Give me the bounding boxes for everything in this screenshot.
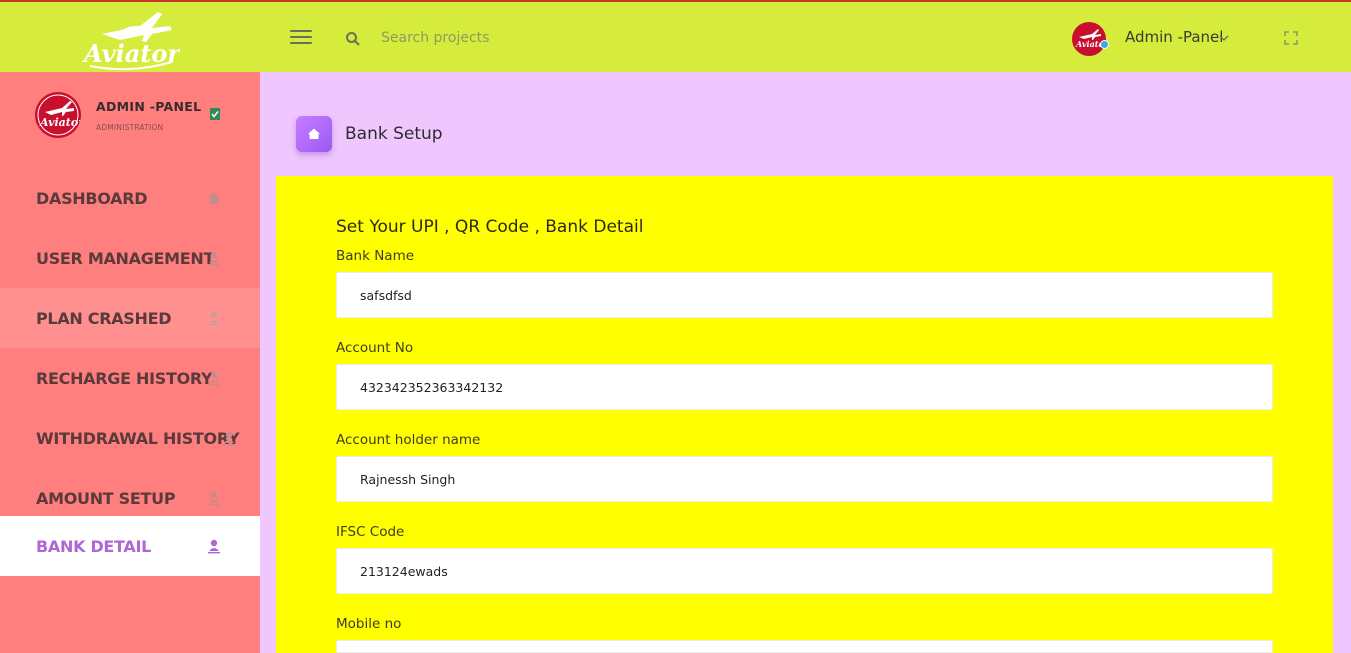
search-input[interactable] bbox=[373, 24, 673, 52]
svg-text:Aviator: Aviator bbox=[39, 116, 81, 129]
user-icon bbox=[223, 431, 235, 446]
account-no-field[interactable] bbox=[336, 364, 1273, 410]
online-status-dot bbox=[1100, 40, 1109, 49]
mobile-no-label: Mobile no bbox=[336, 616, 402, 632]
sidebar-item-label: PLAN CRASHED bbox=[36, 309, 172, 328]
aviator-avatar-logo: Aviator bbox=[36, 93, 81, 137]
page-header-icon bbox=[296, 116, 332, 152]
sidebar-item-label: DASHBOARD bbox=[36, 189, 148, 208]
search-icon bbox=[346, 32, 360, 46]
sidebar-item-bank-detail[interactable]: BANK DETAIL bbox=[0, 516, 260, 576]
bank-name-label: Bank Name bbox=[336, 248, 415, 264]
menu-icon-bar bbox=[290, 30, 312, 32]
user-icon bbox=[208, 311, 220, 326]
account-no-label: Account No bbox=[336, 340, 414, 356]
user-icon bbox=[208, 371, 220, 386]
user-name[interactable]: Admin -Panel bbox=[1125, 28, 1223, 46]
sidebar-item-withdrawal-history[interactable]: WITHDRAWAL HISTORY bbox=[0, 408, 260, 468]
chevron-down-icon[interactable] bbox=[1219, 34, 1229, 42]
fullscreen-icon[interactable] bbox=[1284, 31, 1298, 45]
account-holder-field[interactable] bbox=[336, 456, 1273, 502]
sidebar-item-label: BANK DETAIL bbox=[36, 537, 152, 556]
sidebar-item-user-management[interactable]: USER MANAGEMENT bbox=[0, 228, 260, 288]
sidebar-item-recharge-history[interactable]: RECHARGE HISTORY bbox=[0, 348, 260, 408]
profile-avatar[interactable]: Aviator bbox=[35, 92, 81, 138]
user-icon bbox=[208, 251, 220, 266]
user-icon bbox=[208, 539, 220, 554]
menu-icon-bar bbox=[290, 36, 312, 38]
home-icon bbox=[308, 128, 320, 139]
sidebar-item-label: USER MANAGEMENT bbox=[36, 249, 215, 268]
sidebar-item-dashboard[interactable]: DASHBOARD bbox=[0, 168, 260, 228]
sidebar-item-label: WITHDRAWAL HISTORY bbox=[36, 429, 240, 448]
ifsc-code-label: IFSC Code bbox=[336, 524, 405, 540]
sidebar-item-plan-crashed[interactable]: PLAN CRASHED bbox=[0, 288, 260, 348]
sidebar-item-label: RECHARGE HISTORY bbox=[36, 369, 213, 388]
user-avatar[interactable]: Aviator bbox=[1072, 22, 1106, 56]
page-title: Bank Setup bbox=[345, 124, 443, 144]
home-icon bbox=[208, 192, 220, 204]
ifsc-code-field[interactable] bbox=[336, 548, 1273, 594]
profile-name: ADMIN -PANEL bbox=[96, 99, 202, 114]
verified-badge-icon bbox=[210, 108, 220, 120]
aviator-logo[interactable]: Aviator bbox=[80, 4, 180, 74]
bank-setup-card: Set Your UPI , QR Code , Bank Detail Ban… bbox=[276, 176, 1333, 653]
profile-role: ADMINISTRATION bbox=[96, 123, 164, 132]
form-title: Set Your UPI , QR Code , Bank Detail bbox=[336, 217, 644, 237]
menu-icon-bar bbox=[290, 42, 312, 44]
user-icon bbox=[208, 491, 220, 506]
sidebar: Aviator ADMIN -PANEL ADMINISTRATION DASH… bbox=[0, 72, 260, 653]
account-holder-label: Account holder name bbox=[336, 432, 481, 448]
menu-toggle-button[interactable] bbox=[290, 30, 312, 46]
top-bar: Aviator Aviator Admin -Panel bbox=[0, 0, 1351, 72]
bank-name-field[interactable] bbox=[336, 272, 1273, 318]
aviator-avatar-logo: Aviator bbox=[1073, 23, 1106, 55]
sidebar-profile: Aviator ADMIN -PANEL ADMINISTRATION bbox=[0, 72, 260, 168]
mobile-no-field[interactable] bbox=[336, 640, 1273, 653]
sidebar-item-label: AMOUNT SETUP bbox=[36, 489, 176, 508]
